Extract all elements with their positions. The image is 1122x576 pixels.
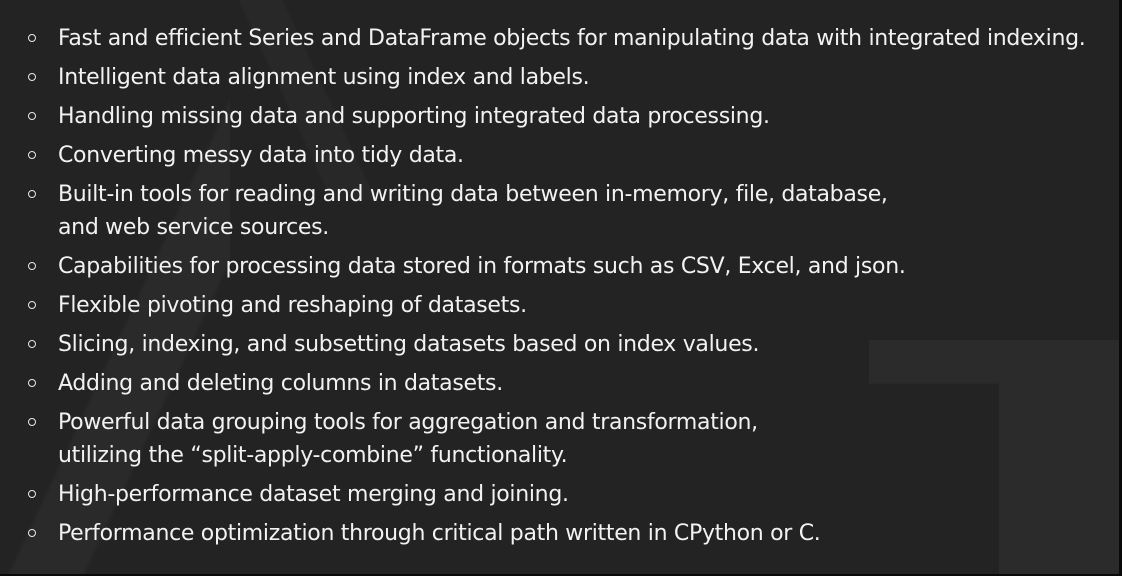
bullet-text: Flexible pivoting and reshaping of datas… bbox=[58, 293, 527, 318]
bullet-text: Powerful data grouping tools for aggrega… bbox=[58, 410, 758, 435]
list-item: Adding and deleting columns in datasets. bbox=[24, 367, 1111, 400]
list-item: Handling missing data and supporting int… bbox=[24, 100, 1111, 133]
hollow-circle-icon bbox=[28, 301, 36, 309]
hollow-circle-icon bbox=[28, 262, 36, 270]
hollow-circle-icon bbox=[28, 529, 36, 537]
bullet-text-continued: and web service sources. bbox=[58, 215, 329, 240]
bullet-text: Performance optimization through critica… bbox=[58, 521, 821, 546]
bullet-text: Slicing, indexing, and subsetting datase… bbox=[58, 332, 760, 357]
bullet-text: Intelligent data alignment using index a… bbox=[58, 65, 590, 90]
bullet-text: Capabilities for processing data stored … bbox=[58, 254, 906, 279]
hollow-circle-icon bbox=[28, 490, 36, 498]
feature-bullet-list: Fast and efficient Series and DataFrame … bbox=[24, 22, 1111, 556]
list-item: Powerful data grouping tools for aggrega… bbox=[24, 406, 1111, 472]
hollow-circle-icon bbox=[28, 73, 36, 81]
list-item: Converting messy data into tidy data. bbox=[24, 139, 1111, 172]
list-item: Fast and efficient Series and DataFrame … bbox=[24, 22, 1111, 55]
hollow-circle-icon bbox=[28, 379, 36, 387]
list-item: Performance optimization through critica… bbox=[24, 517, 1111, 550]
list-item: Slicing, indexing, and subsetting datase… bbox=[24, 328, 1111, 361]
hollow-circle-icon bbox=[28, 190, 36, 198]
bullet-text-continued: utilizing the “split-apply-combine” func… bbox=[58, 443, 568, 468]
bullet-text: Handling missing data and supporting int… bbox=[58, 104, 770, 129]
hollow-circle-icon bbox=[28, 340, 36, 348]
hollow-circle-icon bbox=[28, 151, 36, 159]
bullet-text: Fast and efficient Series and DataFrame … bbox=[58, 26, 1086, 51]
hollow-circle-icon bbox=[28, 34, 36, 42]
bullet-text: Built-in tools for reading and writing d… bbox=[58, 182, 888, 207]
list-item: High-performance dataset merging and joi… bbox=[24, 478, 1111, 511]
hollow-circle-icon bbox=[28, 418, 36, 426]
list-item: Flexible pivoting and reshaping of datas… bbox=[24, 289, 1111, 322]
bullet-text: Converting messy data into tidy data. bbox=[58, 143, 464, 168]
slide: Fast and efficient Series and DataFrame … bbox=[0, 0, 1122, 576]
list-item: Capabilities for processing data stored … bbox=[24, 250, 1111, 283]
bullet-text: High-performance dataset merging and joi… bbox=[58, 482, 569, 507]
list-item: Built-in tools for reading and writing d… bbox=[24, 178, 1111, 244]
hollow-circle-icon bbox=[28, 112, 36, 120]
list-item: Intelligent data alignment using index a… bbox=[24, 61, 1111, 94]
bullet-text: Adding and deleting columns in datasets. bbox=[58, 371, 503, 396]
